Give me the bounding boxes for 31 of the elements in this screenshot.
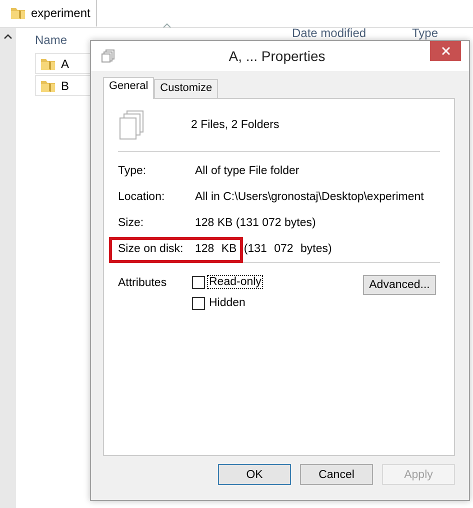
tab[interactable]: General [103, 77, 154, 99]
property-label: Size: [118, 217, 145, 229]
property-label: Type: [118, 165, 148, 177]
column-header[interactable]: Date modified [292, 26, 412, 40]
property-label: Size on disk: [118, 243, 184, 255]
tab[interactable]: Customize [154, 79, 218, 98]
property-value: 128 KB (131 072 bytes) [195, 243, 332, 255]
close-button[interactable] [430, 41, 461, 61]
scroll-up-icon[interactable] [4, 34, 12, 39]
column-header[interactable]: Type [412, 26, 438, 40]
window-title: A, ... Properties [228, 48, 326, 64]
dialog-button[interactable]: Cancel [300, 464, 373, 485]
checkbox-label[interactable]: Hidden [207, 296, 248, 310]
property-value: All in C:\Users\gronostaj\Desktop\experiment [195, 191, 424, 203]
checkbox[interactable] [192, 296, 205, 310]
scrollbar[interactable] [0, 28, 16, 508]
folder-icon [10, 5, 26, 21]
dialog-button[interactable]: OK [218, 464, 291, 485]
checkbox-label[interactable]: Read-only [207, 275, 264, 289]
folder-tab[interactable]: experiment [0, 0, 97, 27]
column-header[interactable]: Name [35, 33, 292, 47]
pages-icon [101, 49, 115, 63]
checkbox[interactable] [192, 276, 205, 288]
property-value: 128 KB (131 072 bytes) [195, 217, 316, 229]
property-value: All of type File folder [195, 165, 300, 177]
close-icon [442, 47, 450, 55]
files-icon [119, 110, 145, 140]
advanced-button[interactable]: Advanced... [363, 275, 436, 295]
attributes-label: Attributes [118, 276, 168, 289]
property-label: Location: [118, 191, 166, 203]
summary-text: 2 Files, 2 Folders [191, 119, 280, 131]
